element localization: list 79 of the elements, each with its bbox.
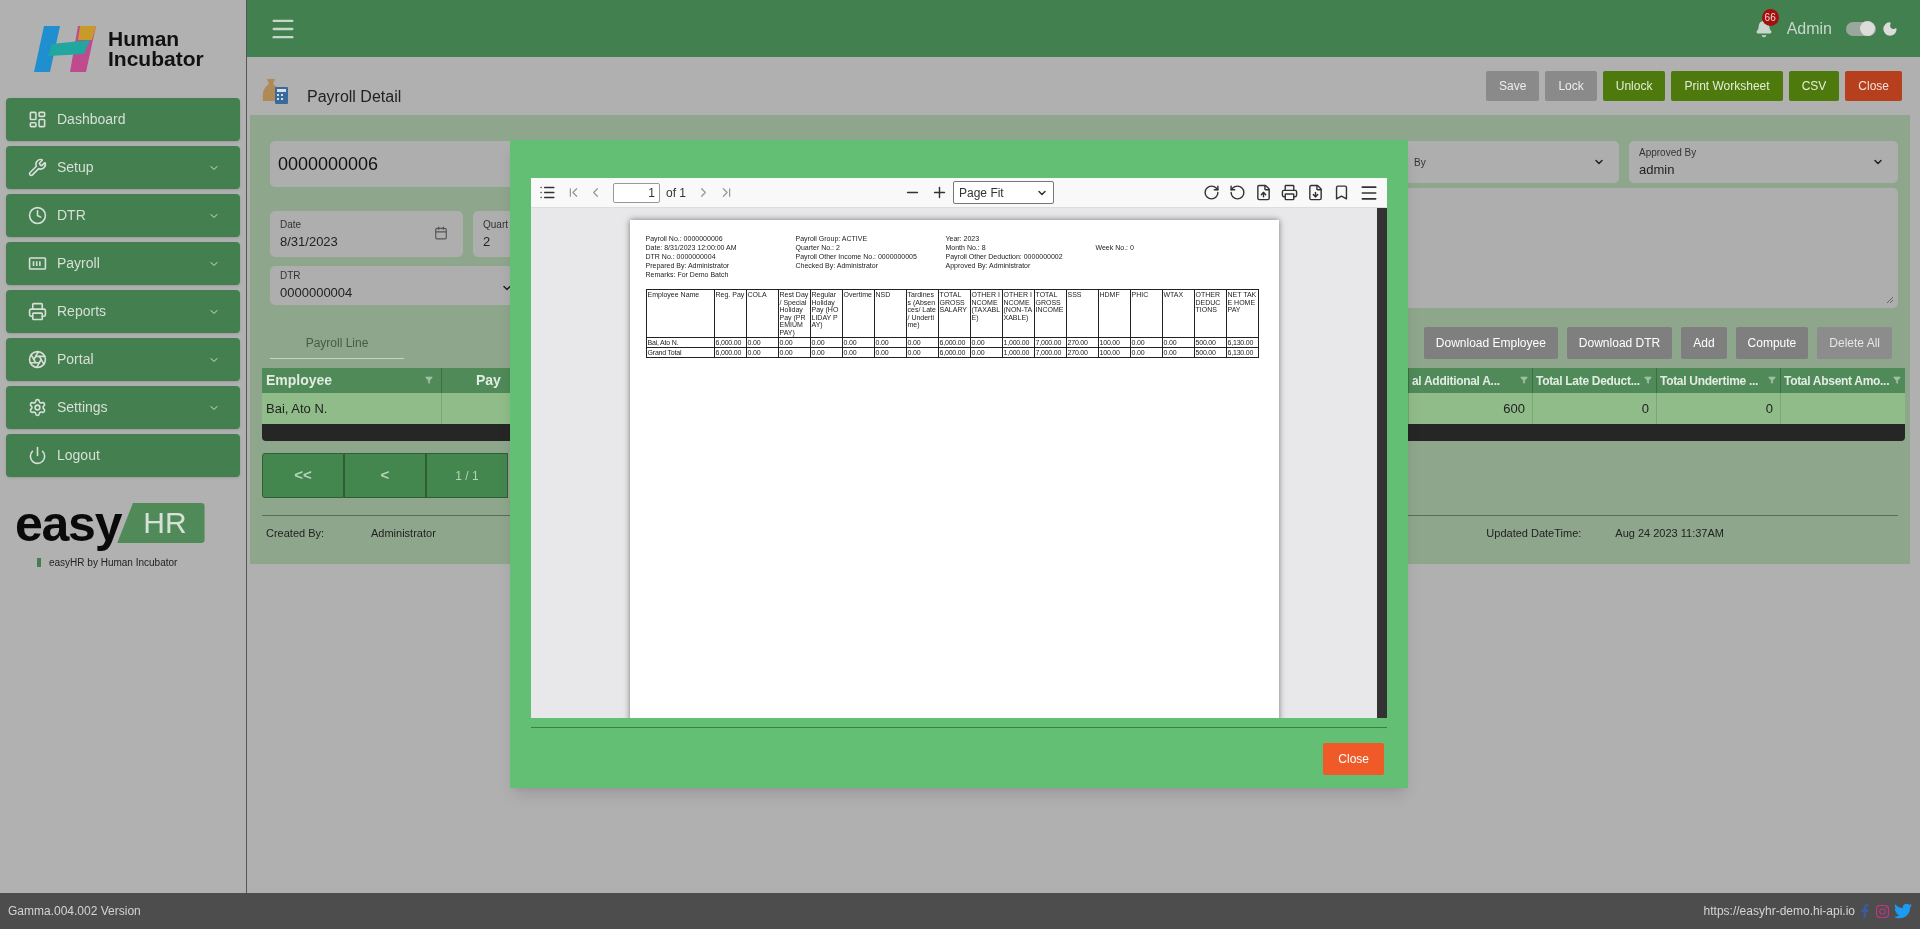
filter-icon[interactable] <box>425 376 433 384</box>
panel-icon <box>28 254 47 273</box>
upload-icon[interactable] <box>1255 184 1272 201</box>
notification-icon[interactable] <box>1754 19 1773 38</box>
select-field[interactable]: Approved By admin <box>1629 141 1898 183</box>
pagination-button[interactable]: << <box>262 453 344 498</box>
line-action-button[interactable]: Download DTR <box>1566 327 1673 359</box>
filter-icon[interactable] <box>1520 376 1528 384</box>
wrench-icon <box>28 158 47 177</box>
filter-icon[interactable] <box>1893 376 1901 384</box>
line-action-button[interactable]: Compute <box>1735 327 1809 359</box>
page-count: of 1 <box>666 184 686 202</box>
field-label: Quart <box>483 217 509 232</box>
vertical-scrollbar[interactable] <box>1377 208 1387 718</box>
clock-icon <box>28 206 47 225</box>
twitter-icon[interactable] <box>1894 902 1912 920</box>
print-icon[interactable] <box>1281 184 1298 201</box>
tagline: easyHR by Human Incubator <box>49 556 178 570</box>
zoom-select[interactable]: Page Fit <box>953 181 1054 204</box>
field-value: 2 <box>483 232 492 251</box>
sidebar-item[interactable]: Setup <box>6 146 240 189</box>
select-field[interactable]: Date 8/31/2023 <box>270 211 463 257</box>
sidebar-item[interactable]: Portal <box>6 338 240 381</box>
power-icon <box>28 446 47 465</box>
brand-name: Incubator <box>108 49 204 69</box>
page-number-field[interactable]: 1 <box>613 182 660 203</box>
created-by-label: Created By: <box>266 525 326 541</box>
field-value: 0000000004 <box>280 284 354 303</box>
settings-icon <box>28 398 47 417</box>
action-button[interactable]: Print Worksheet <box>1671 71 1783 101</box>
sidebar-item[interactable]: Reports <box>6 290 240 333</box>
brand-name: Human <box>108 29 181 49</box>
action-button[interactable]: CSV <box>1788 71 1840 101</box>
rotate-counterclockwise-icon[interactable] <box>1229 184 1246 201</box>
field-value: admin <box>1639 160 1676 179</box>
aperture-icon <box>28 350 47 369</box>
resize-handle-icon <box>1886 296 1894 304</box>
field-label: Date <box>280 217 303 232</box>
updated-label: Updated DateTime: <box>1486 525 1583 541</box>
sidebar-item[interactable]: DTR <box>6 194 240 237</box>
bookmark-icon[interactable] <box>1333 184 1350 201</box>
field-value: 8/31/2023 <box>280 232 339 251</box>
field-label: By <box>1413 155 1427 170</box>
dashboard-icon <box>28 110 47 129</box>
sidebar-item[interactable]: Dashboard <box>6 98 240 141</box>
site-link[interactable]: https://easyhr-demo.hi-api.io <box>1703 902 1855 920</box>
moon-icon <box>1882 20 1898 37</box>
zoom-in-icon[interactable] <box>931 184 948 201</box>
tab[interactable]: Payroll Line <box>270 327 404 359</box>
field-label: DTR <box>280 269 302 284</box>
printer-icon <box>28 302 47 321</box>
action-button[interactable]: Close <box>1845 71 1902 101</box>
notification-count: 66 <box>1761 8 1779 26</box>
action-button[interactable]: Unlock <box>1602 71 1666 101</box>
updated-value: Aug 24 2023 11:37AM <box>1615 525 1724 541</box>
field-label: Approved By <box>1639 145 1698 160</box>
rotate-clockwise-icon[interactable] <box>1203 184 1220 201</box>
version-text: Gamma.004.002 Version <box>8 903 141 920</box>
line-action-button[interactable]: Add <box>1681 327 1727 359</box>
sidebar-item[interactable]: Settings <box>6 386 240 429</box>
close-button[interactable]: Close <box>1323 743 1384 775</box>
sidebar-item[interactable]: Payroll <box>6 242 240 285</box>
pagination-button[interactable]: 1 / 1 <box>426 453 508 498</box>
download-icon[interactable] <box>1307 184 1324 201</box>
pagination-button[interactable]: < <box>344 453 426 498</box>
page-title: Payroll Detail <box>307 87 402 107</box>
instagram-icon[interactable] <box>1875 903 1890 919</box>
filter-icon[interactable] <box>1644 376 1652 384</box>
line-action-button[interactable]: Download Employee <box>1423 327 1558 359</box>
calendar-icon[interactable] <box>434 226 448 240</box>
sidebar-item[interactable]: Logout <box>6 434 240 477</box>
sidebar-toggle-icon[interactable] <box>539 184 556 201</box>
column-header[interactable]: Pay <box>476 370 501 391</box>
theme-toggle[interactable] <box>1846 21 1876 36</box>
user-name[interactable]: Admin <box>1786 16 1832 41</box>
logo-icon <box>34 26 98 72</box>
created-by-value: Administrator <box>371 525 436 541</box>
filter-icon[interactable] <box>1768 376 1776 384</box>
brand-mark-icon <box>37 558 41 567</box>
